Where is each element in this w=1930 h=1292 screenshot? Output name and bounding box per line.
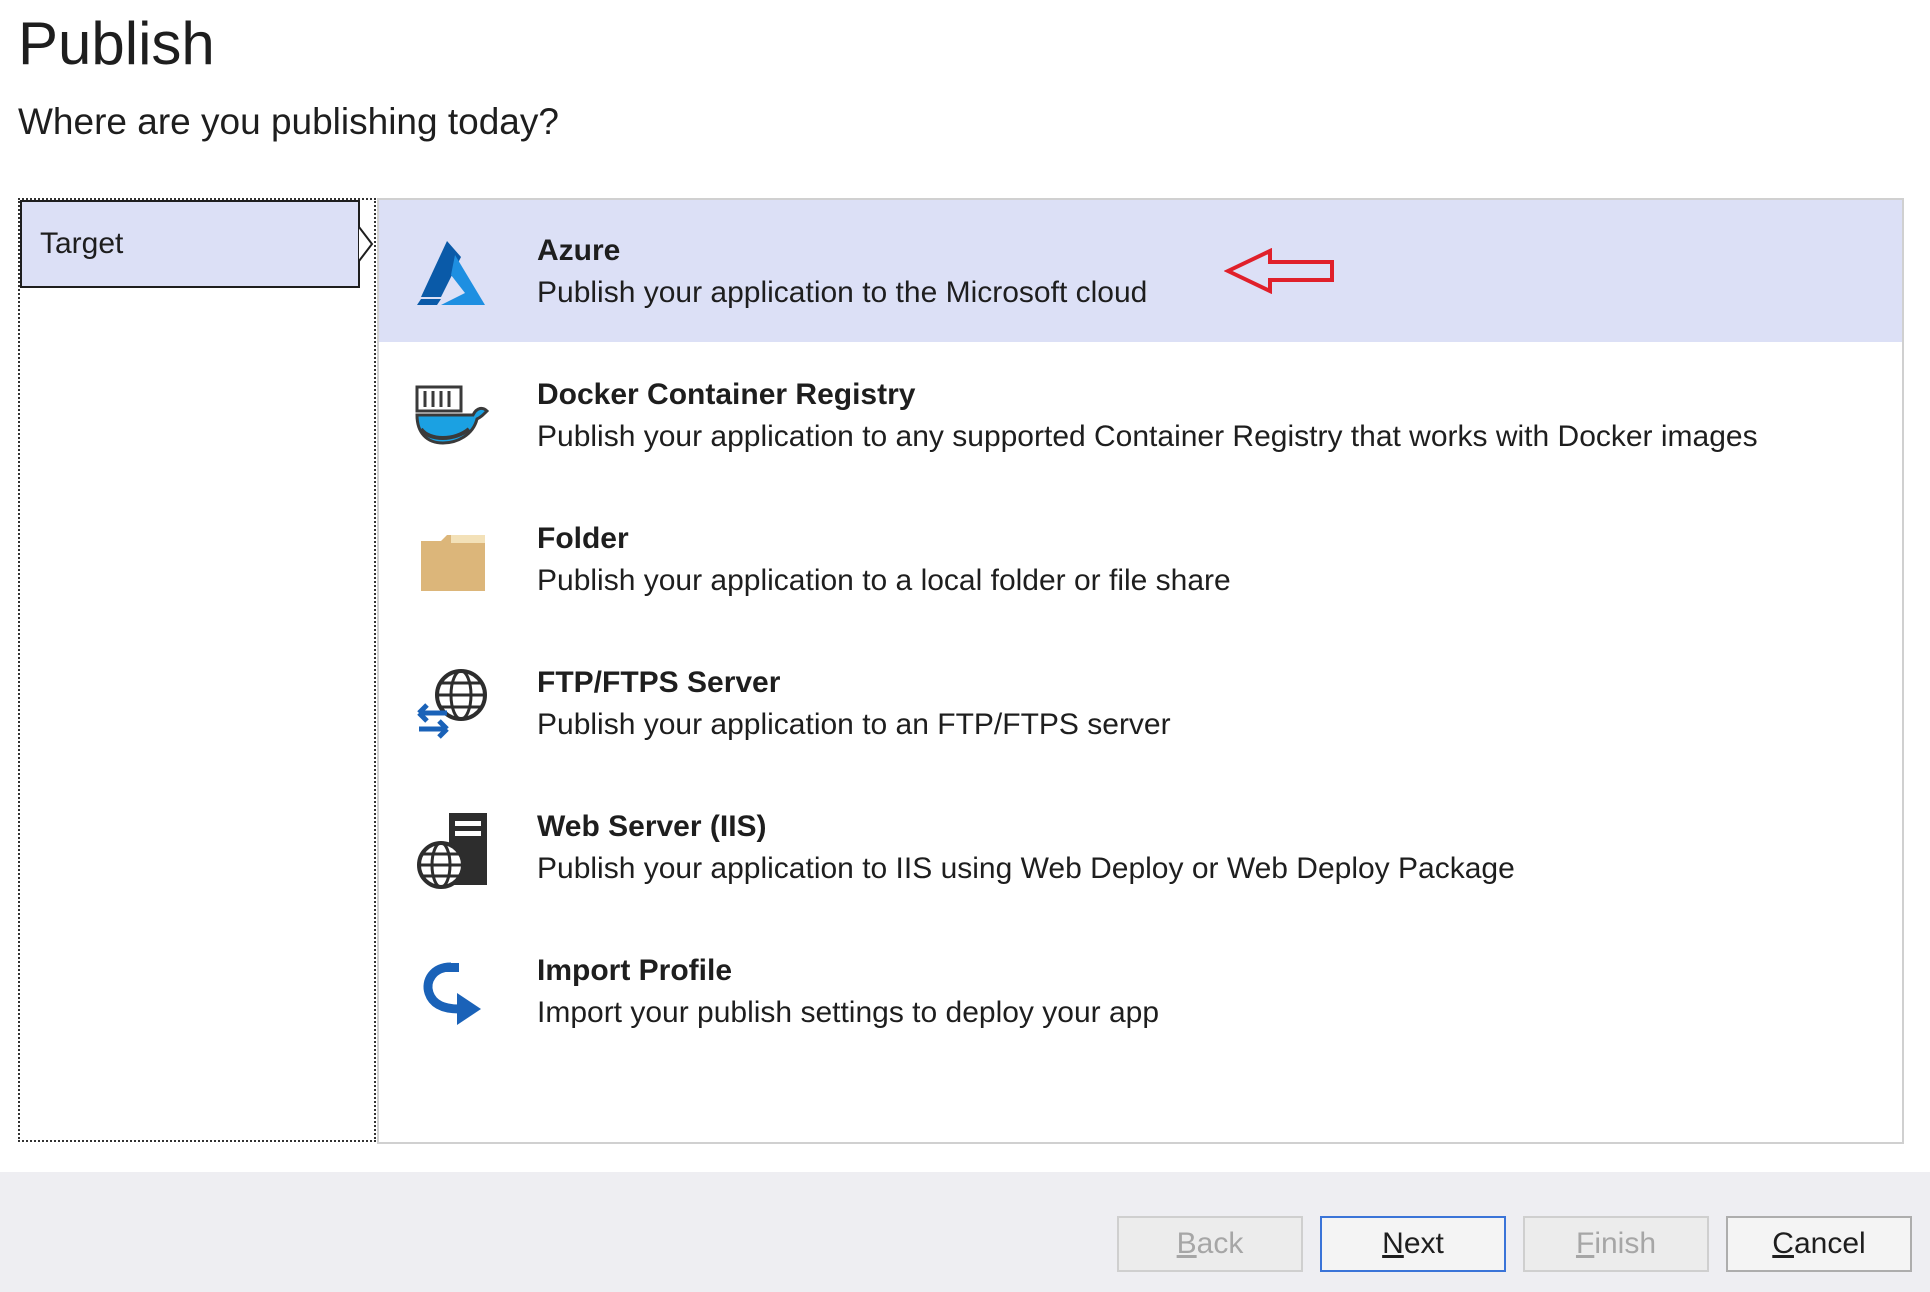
option-title: Docker Container Registry <box>537 378 916 411</box>
option-description: Publish your application to a local fold… <box>537 564 1231 597</box>
next-button[interactable]: Next <box>1320 1216 1506 1272</box>
option-folder[interactable]: Folder Publish your application to a loc… <box>379 488 1902 630</box>
cancel-mnemonic: C <box>1772 1227 1794 1260</box>
option-docker[interactable]: Docker Container Registry Publish your a… <box>379 344 1902 486</box>
back-button[interactable]: Back <box>1117 1216 1303 1272</box>
option-iis[interactable]: Web Server (IIS) Publish your applicatio… <box>379 776 1902 918</box>
option-title: Web Server (IIS) <box>537 810 767 843</box>
option-title: Azure <box>537 234 621 267</box>
publish-target-list: Azure Publish your application to the Mi… <box>377 198 1904 1144</box>
option-description: Import your publish settings to deploy y… <box>537 996 1160 1029</box>
back-mnemonic: B <box>1176 1227 1197 1260</box>
option-title: Import Profile <box>537 954 733 987</box>
option-description: Publish your application to IIS using We… <box>537 852 1515 885</box>
option-description: Publish your application to the Microsof… <box>537 276 1148 309</box>
ftp-globe-icon <box>411 665 495 749</box>
dialog-footer: Back Next Finish Cancel <box>0 1172 1930 1292</box>
step-item-label: Target <box>40 227 124 260</box>
option-import-profile[interactable]: Import Profile Import your publish setti… <box>379 920 1902 1062</box>
import-arrow-icon <box>411 953 495 1037</box>
web-server-icon <box>411 809 495 893</box>
back-label: ack <box>1196 1227 1244 1260</box>
option-title: Folder <box>537 522 629 555</box>
option-title: FTP/FTPS Server <box>537 666 781 699</box>
finish-button[interactable]: Finish <box>1523 1216 1709 1272</box>
docker-icon <box>411 377 495 461</box>
page-title: Publish <box>18 10 215 77</box>
page-subtitle: Where are you publishing today? <box>18 101 559 142</box>
finish-mnemonic: F <box>1575 1227 1595 1260</box>
step-item-target[interactable]: Target <box>20 200 360 288</box>
cancel-button[interactable]: Cancel <box>1726 1216 1912 1272</box>
azure-icon <box>411 233 495 317</box>
step-list: Target <box>18 198 376 1142</box>
folder-icon <box>411 521 495 605</box>
option-azure[interactable]: Azure Publish your application to the Mi… <box>379 200 1902 342</box>
cancel-label: ancel <box>1793 1227 1866 1260</box>
option-ftp[interactable]: FTP/FTPS Server Publish your application… <box>379 632 1902 774</box>
next-label: ext <box>1403 1227 1444 1260</box>
option-description: Publish your application to an FTP/FTPS … <box>537 708 1171 741</box>
next-mnemonic: N <box>1382 1227 1404 1260</box>
option-description: Publish your application to any supporte… <box>537 420 1758 453</box>
finish-label: inish <box>1594 1227 1657 1260</box>
annotation-arrow-icon <box>1223 247 1336 299</box>
